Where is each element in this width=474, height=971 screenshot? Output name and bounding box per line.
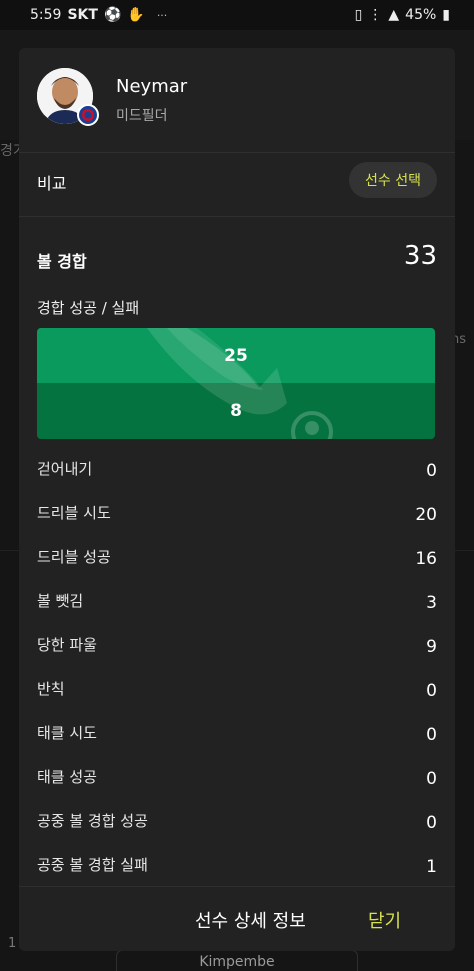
header-divider [19, 152, 455, 153]
player-header: Neymar 미드필더 [19, 48, 455, 152]
status-carrier: SKT [67, 7, 98, 23]
stat-row: 태클 성공 0 [19, 756, 455, 800]
stat-value: 0 [426, 461, 437, 481]
stat-label: 태클 시도 [37, 724, 97, 742]
duels-title: 볼 경합 [37, 252, 87, 271]
stat-value: 1 [426, 857, 437, 877]
player-position: 미드필더 [116, 108, 168, 124]
stat-row: 반칙 0 [19, 668, 455, 712]
psg-badge-icon [77, 104, 99, 126]
stat-row: 걷어내기 0 [19, 448, 455, 492]
player-stats-dialog: Neymar 미드필더 비교 선수 선택 볼 경합 33 경합 성공 / 실패 … [19, 48, 455, 951]
status-battery: 45% [405, 7, 437, 23]
status-dots: ··· [156, 8, 168, 22]
duels-won-value: 25 [224, 345, 248, 366]
stat-value: 0 [426, 813, 437, 833]
stat-value: 0 [426, 681, 437, 701]
stat-value: 3 [426, 593, 437, 613]
stat-value: 0 [426, 769, 437, 789]
duels-bar-chart: 25 8 [37, 328, 435, 439]
stat-value: 9 [426, 637, 437, 657]
vibrate-icon: ▯ [354, 7, 363, 23]
stat-row: 드리블 성공 16 [19, 536, 455, 580]
select-player-button[interactable]: 선수 선택 [349, 162, 437, 198]
status-left: 5:59 SKT ⚽ ✋ ··· [30, 7, 167, 23]
duels-lost-value: 8 [230, 401, 242, 421]
stat-label: 걷어내기 [37, 460, 93, 478]
stat-row: 드리블 시도 20 [19, 492, 455, 536]
battery-icon: ▮ [442, 7, 450, 23]
player-details-button[interactable]: 선수 상세 정보 [195, 907, 306, 933]
stat-label: 당한 파울 [37, 636, 97, 654]
signal-icon: ▲ [388, 7, 400, 23]
stat-label: 태클 성공 [37, 768, 97, 786]
stat-row: 공중 볼 경합 실패 1 [19, 844, 455, 888]
soccer-ball-icon: ⚽ [103, 7, 122, 23]
stat-label: 공중 볼 경합 성공 [37, 812, 148, 830]
close-button[interactable]: 닫기 [368, 907, 401, 933]
hand-icon: ✋ [127, 7, 145, 23]
wifi-icon: ⋮ [368, 7, 383, 23]
duels-subtitle: 경합 성공 / 실패 [37, 299, 140, 317]
stat-value: 0 [426, 725, 437, 745]
stat-label: 공중 볼 경합 실패 [37, 856, 148, 874]
status-right: ▯ ⋮ ▲ 45% ▮ [355, 7, 450, 23]
compare-divider [19, 216, 455, 217]
background-number-left: 1 [8, 936, 17, 951]
stat-value: 20 [415, 505, 437, 525]
compare-label: 비교 [37, 174, 67, 193]
dialog-footer: 선수 상세 정보 닫기 [19, 886, 455, 951]
status-time: 5:59 [30, 7, 62, 23]
stat-row: 당한 파울 9 [19, 624, 455, 668]
status-bar: 5:59 SKT ⚽ ✋ ··· ▯ ⋮ ▲ 45% ▮ [0, 0, 474, 30]
background-player-card: Kimpembe [116, 950, 358, 971]
stat-value: 16 [415, 549, 437, 569]
duels-total: 33 [403, 241, 437, 271]
player-name: Neymar [116, 76, 188, 97]
stat-row: 태클 시도 0 [19, 712, 455, 756]
stat-row: 공중 볼 경합 성공 0 [19, 800, 455, 844]
stat-row: 볼 뺏김 3 [19, 580, 455, 624]
stat-label: 드리블 성공 [37, 548, 111, 566]
stats-list: 걷어내기 0 드리블 시도 20 드리블 성공 16 볼 뺏김 3 당한 파울 9 반칙 0… [19, 448, 455, 888]
stat-label: 볼 뺏김 [37, 592, 84, 610]
stat-label: 드리블 시도 [37, 504, 111, 522]
stat-label: 반칙 [37, 680, 65, 698]
